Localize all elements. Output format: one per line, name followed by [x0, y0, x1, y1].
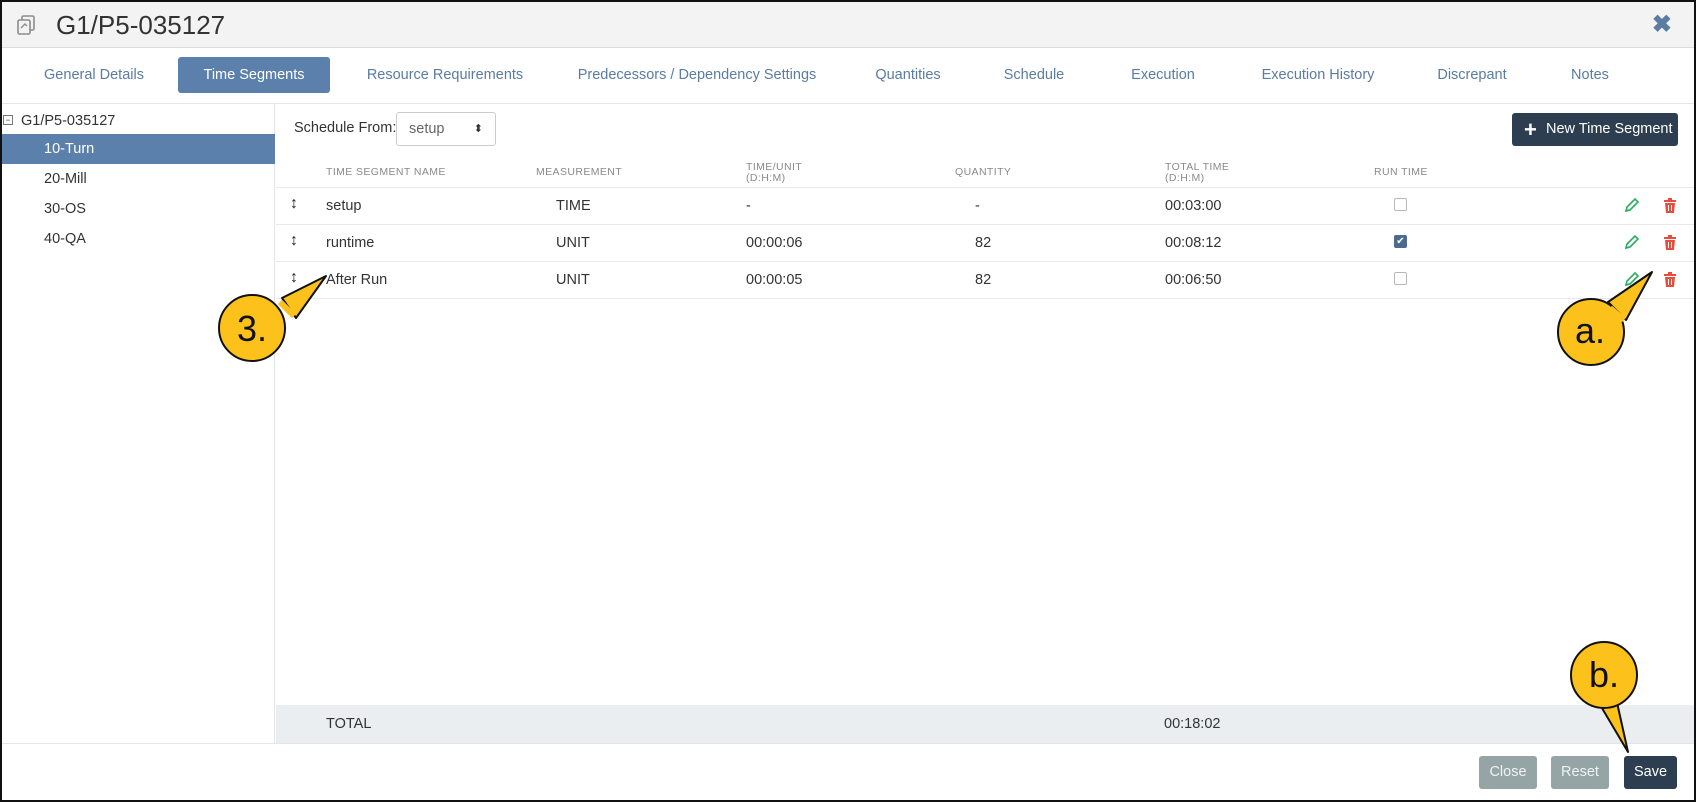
row-divider [276, 261, 1694, 262]
edit-pencil-icon[interactable] [1624, 234, 1640, 250]
run-time-checkbox[interactable] [1394, 198, 1407, 211]
total-label: TOTAL [326, 716, 372, 732]
cell-quantity: 82 [975, 235, 992, 251]
operation-tree: − G1/P5-035127 10-Turn 20-Mill 30-OS 40-Q… [2, 104, 275, 744]
callout-label-3: 3. [236, 308, 268, 349]
schedule-from-value: setup [409, 121, 445, 137]
footer-divider [2, 743, 1694, 744]
close-icon[interactable]: ✖ [1652, 10, 1672, 39]
tree-item-20-mill[interactable]: 20-Mill [2, 164, 275, 194]
delete-trash-icon[interactable] [1663, 235, 1677, 251]
cell-time-unit: - [746, 198, 751, 214]
collapse-icon[interactable]: − [3, 115, 13, 125]
schedule-from-select[interactable]: setup ⬍ [396, 112, 496, 146]
header-quantity: QUANTITY [955, 166, 1012, 178]
header-name: TIME SEGMENT NAME [326, 166, 446, 178]
tab-resource-requirements[interactable]: Resource Requirements [352, 57, 538, 93]
header-measurement: MEASUREMENT [536, 166, 623, 178]
tab-bar: General Details Time Segments Resource R… [2, 48, 1694, 104]
tree-root[interactable]: − G1/P5-035127 [2, 108, 115, 134]
cell-measurement: UNIT [556, 272, 590, 288]
header-total-time-line2: (D:H:M) [1165, 172, 1205, 184]
cell-total-time: 00:08:12 [1165, 235, 1222, 251]
header-run-time: RUN TIME [1374, 166, 1428, 178]
copy-icon [16, 14, 38, 36]
tab-predecessors[interactable]: Predecessors / Dependency Settings [566, 57, 828, 93]
new-time-segment-label: New Time Segment [1546, 121, 1673, 137]
reset-button[interactable]: Reset [1551, 756, 1609, 789]
cell-quantity: - [975, 198, 980, 214]
window-title: G1/P5-035127 [56, 10, 226, 40]
row-divider [276, 187, 1694, 188]
cell-time-unit: 00:00:05 [746, 272, 803, 288]
callout-label-b: b. [1588, 654, 1620, 695]
callout-label-a: a. [1574, 310, 1606, 351]
header-time-unit: TIME/UNIT (D:H:M) [746, 162, 802, 184]
tree-item-10-turn[interactable]: 10-Turn [2, 134, 275, 164]
tab-notes[interactable]: Notes [1558, 57, 1622, 93]
header-time-unit-line2: (D:H:M) [746, 172, 786, 184]
cell-time-unit: 00:00:06 [746, 235, 803, 251]
cell-measurement: TIME [556, 198, 591, 214]
delete-trash-icon[interactable] [1663, 198, 1677, 214]
save-button[interactable]: Save [1624, 756, 1677, 789]
tree-item-30-os[interactable]: 30-OS [2, 194, 275, 224]
tab-execution-history[interactable]: Execution History [1250, 57, 1386, 93]
new-time-segment-button[interactable]: + New Time Segment [1512, 113, 1678, 146]
tree-root-label: G1/P5-035127 [21, 113, 116, 129]
tab-discrepant[interactable]: Discrepant [1426, 57, 1518, 93]
cell-total-time: 00:06:50 [1165, 272, 1222, 288]
tab-schedule[interactable]: Schedule [992, 57, 1076, 93]
title-bar: G1/P5-035127 ✖ [2, 2, 1694, 48]
drag-handle-icon[interactable]: ↕ [290, 232, 298, 250]
cell-quantity: 82 [975, 272, 992, 288]
tab-quantities[interactable]: Quantities [862, 57, 954, 93]
edit-pencil-icon[interactable] [1624, 197, 1640, 213]
total-value: 00:18:02 [1164, 716, 1221, 732]
tree-item-40-qa[interactable]: 40-QA [2, 224, 275, 254]
tab-general-details[interactable]: General Details [20, 57, 168, 93]
cell-name: setup [326, 198, 362, 214]
cell-total-time: 00:03:00 [1165, 198, 1222, 214]
run-time-checkbox[interactable] [1394, 272, 1407, 285]
run-time-checkbox-checked[interactable]: ✔ [1394, 235, 1407, 248]
cell-name: runtime [326, 235, 375, 251]
close-button[interactable]: Close [1479, 756, 1537, 789]
drag-handle-icon[interactable]: ↕ [290, 195, 298, 213]
total-row: TOTAL 00:18:02 [276, 705, 1694, 743]
row-divider [276, 298, 1694, 299]
tab-execution[interactable]: Execution [1122, 57, 1204, 93]
tab-time-segments[interactable]: Time Segments [178, 57, 330, 93]
cell-measurement: UNIT [556, 235, 590, 251]
schedule-from-label: Schedule From: [294, 120, 397, 136]
plus-icon: + [1524, 117, 1537, 142]
row-divider [276, 224, 1694, 225]
sort-caret-icon: ⬍ [473, 123, 483, 135]
header-total-time: TOTAL TIME (D:H:M) [1165, 162, 1229, 184]
